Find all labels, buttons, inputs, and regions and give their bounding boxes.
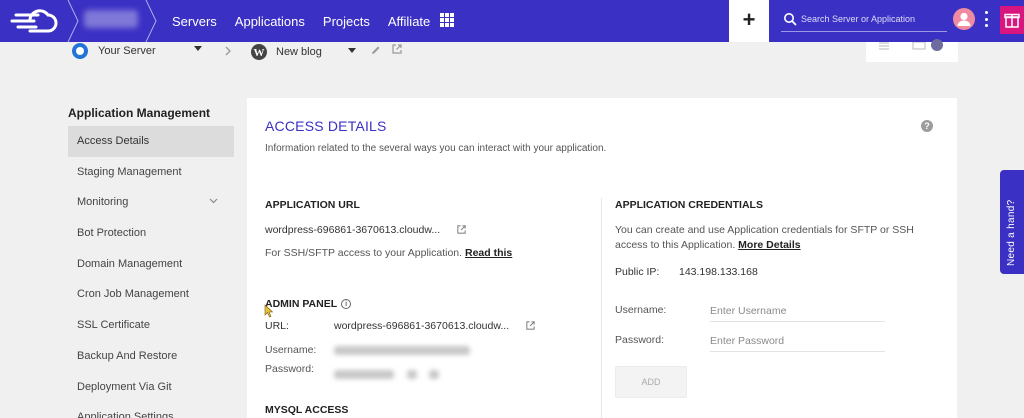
- more-options-icon[interactable]: [985, 11, 989, 27]
- server-selector[interactable]: Your Server: [70, 42, 210, 60]
- user-icon: [957, 12, 971, 26]
- svg-text:W: W: [254, 47, 265, 59]
- sidebar-item-bot-protection[interactable]: Bot Protection: [68, 218, 234, 249]
- edit-pencil-icon[interactable]: [370, 45, 381, 56]
- external-link-icon[interactable]: [525, 320, 536, 331]
- admin-password-label: Password:: [265, 363, 315, 375]
- top-navigation-bar: Servers Applications Projects Affiliate …: [0, 0, 1024, 42]
- digitalocean-icon: [72, 43, 88, 59]
- credentials-description: access to this Application. More Details: [615, 239, 801, 251]
- application-selector[interactable]: W New blog: [250, 42, 362, 62]
- admin-url-label: URL:: [265, 320, 289, 332]
- sidebar-item-backup-and-restore[interactable]: Backup And Restore: [68, 341, 234, 372]
- page-subtitle: Information related to the several ways …: [265, 143, 607, 154]
- caret-down-icon: [347, 47, 356, 53]
- search-box: [781, 8, 947, 32]
- external-link-icon[interactable]: [456, 224, 467, 235]
- chevron-down-icon: [209, 198, 218, 204]
- admin-password-blurred[interactable]: [334, 370, 394, 379]
- credentials-description-line2: access to this Application.: [615, 239, 736, 251]
- breadcrumb-separator-icon: [67, 0, 79, 42]
- sidebar-title: Application Management: [68, 106, 211, 120]
- sidebar-item-monitoring[interactable]: Monitoring: [68, 187, 234, 218]
- admin-username-label: Username:: [265, 344, 317, 356]
- sidebar-item-access-details[interactable]: Access Details: [68, 126, 234, 157]
- admin-username-blurred[interactable]: [334, 346, 470, 355]
- search-input[interactable]: [801, 10, 941, 28]
- apps-grid-icon[interactable]: [440, 13, 454, 27]
- page-title: ACCESS DETAILS: [265, 118, 387, 134]
- need-a-hand-label: Need a hand?: [1006, 199, 1017, 266]
- application-credentials-heading: APPLICATION CREDENTIALS: [615, 199, 763, 211]
- read-this-link[interactable]: Read this: [465, 247, 512, 259]
- more-details-link[interactable]: More Details: [738, 239, 800, 251]
- public-ip-value: 143.198.133.168: [679, 266, 758, 278]
- admin-panel-heading-label: ADMIN PANEL: [265, 298, 338, 310]
- admin-panel-heading: ADMIN PANEL i: [265, 298, 352, 310]
- credentials-username-label: Username:: [615, 304, 667, 316]
- admin-url-value[interactable]: wordpress-696861-3670613.cloudw...: [334, 320, 509, 332]
- application-url-heading: APPLICATION URL: [265, 199, 360, 211]
- nav-applications[interactable]: Applications: [235, 14, 305, 29]
- application-management-sidebar: Application Management Access Details St…: [68, 100, 234, 418]
- column-divider: [601, 198, 602, 418]
- ssh-access-text: For SSH/SFTP access to your Application.…: [265, 247, 512, 259]
- application-url-value[interactable]: wordpress-696861-3670613.cloudw...: [265, 224, 440, 236]
- mysql-access-heading: MYSQL ACCESS: [265, 404, 349, 416]
- add-credentials-button[interactable]: ADD: [615, 366, 687, 398]
- cloudways-logo-icon[interactable]: [10, 5, 62, 37]
- breadcrumb-separator-icon: [145, 0, 157, 42]
- access-details-card: ACCESS DETAILS Information related to th…: [247, 98, 957, 418]
- help-icon[interactable]: ?: [921, 120, 933, 132]
- add-new-button[interactable]: +: [729, 0, 769, 42]
- server-name: Your Server: [98, 45, 156, 57]
- sidebar-item-deployment-via-git[interactable]: Deployment Via Git: [68, 372, 234, 403]
- copy-password-icon[interactable]: [407, 370, 417, 379]
- nav-affiliate[interactable]: Affiliate: [388, 14, 430, 29]
- show-password-icon[interactable]: [429, 370, 439, 379]
- main-nav: Servers Applications Projects Affiliate: [172, 0, 430, 42]
- caret-down-icon: [193, 45, 202, 51]
- nav-servers[interactable]: Servers: [172, 14, 217, 29]
- notification-badge-icon[interactable]: [930, 38, 944, 52]
- sidebar-item-domain-management[interactable]: Domain Management: [68, 249, 234, 280]
- credentials-username-input[interactable]: [710, 300, 885, 322]
- grid-view-icon[interactable]: [912, 42, 926, 50]
- public-ip-label: Public IP:: [615, 266, 660, 278]
- sidebar-item-application-settings[interactable]: Application Settings: [68, 402, 234, 418]
- list-view-icon[interactable]: [878, 42, 890, 50]
- info-icon[interactable]: i: [341, 299, 352, 310]
- view-toggle: [866, 39, 958, 62]
- sidebar-item-cron-job-management[interactable]: Cron Job Management: [68, 279, 234, 310]
- chevron-right-icon: [225, 46, 231, 56]
- need-a-hand-tab[interactable]: Need a hand?: [1000, 170, 1024, 274]
- mouse-cursor-icon: [264, 304, 274, 318]
- credentials-description-line1: You can create and use Application crede…: [615, 224, 914, 236]
- sidebar-item-ssl-certificate[interactable]: SSL Certificate: [68, 310, 234, 341]
- gift-icon: [1004, 13, 1020, 28]
- user-avatar[interactable]: [953, 8, 975, 30]
- nav-projects[interactable]: Projects: [323, 14, 370, 29]
- credentials-password-label: Password:: [615, 334, 665, 346]
- wordpress-icon: W: [251, 44, 267, 60]
- account-name-blurred[interactable]: [84, 10, 138, 28]
- sidebar-item-label: Monitoring: [77, 196, 129, 209]
- sidebar-item-staging-management[interactable]: Staging Management: [68, 157, 234, 188]
- ssh-access-description: For SSH/SFTP access to your Application.: [265, 247, 463, 259]
- search-icon: [784, 13, 797, 26]
- credentials-password-input[interactable]: [710, 330, 885, 352]
- gift-button[interactable]: [1000, 6, 1024, 34]
- external-link-icon[interactable]: [391, 43, 403, 55]
- application-name: New blog: [276, 46, 322, 58]
